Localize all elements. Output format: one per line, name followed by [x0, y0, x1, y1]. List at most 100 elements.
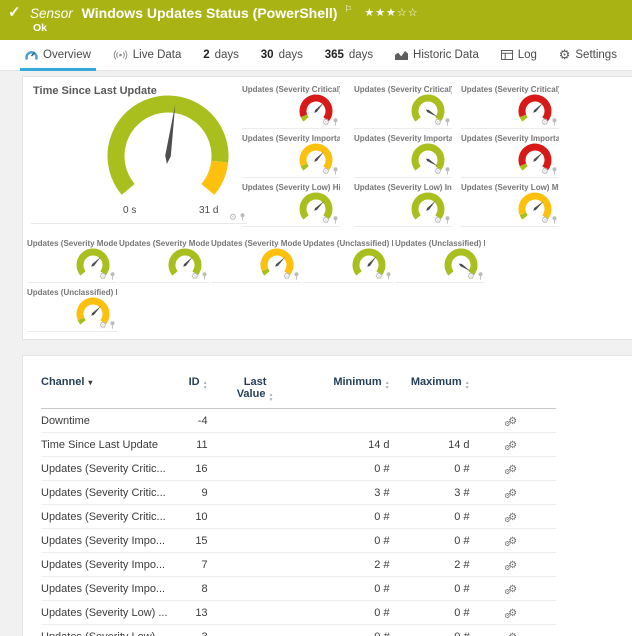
gear-icon[interactable]: ⚙: [434, 118, 442, 126]
channel-minimum: 14 d: [303, 433, 390, 457]
tab-30-days[interactable]: 30 days: [256, 40, 308, 70]
channel-maximum: 0 #: [390, 625, 470, 636]
gear-icon[interactable]: ⚙: [541, 118, 549, 126]
pin-icon[interactable]: [478, 272, 483, 280]
gear-icon[interactable]: ⚙: [322, 216, 330, 224]
mini-gauge-panel[interactable]: Updates (Severity Moderate) I... ⚙: [119, 237, 209, 283]
gear-icon[interactable]: ⚙: [375, 272, 383, 280]
edit-channel-icon[interactable]: ⚙⚙: [508, 441, 517, 451]
pin-icon[interactable]: [445, 216, 450, 224]
pin-icon[interactable]: [110, 321, 115, 329]
gear-icon[interactable]: ⚙: [283, 272, 291, 280]
pin-icon[interactable]: [445, 118, 450, 126]
tab-bar: Overview Live Data 2 days 30 days 365 da…: [0, 40, 632, 71]
pin-icon[interactable]: [294, 272, 299, 280]
channel-id: 10: [168, 505, 208, 529]
channel-name[interactable]: Updates (Severity Impo...: [41, 553, 168, 577]
channel-minimum: 0 #: [303, 577, 390, 601]
tab-365-days[interactable]: 365 days: [320, 40, 378, 70]
column-header-id[interactable]: ID▲▼: [168, 364, 208, 409]
channel-last-value: [208, 481, 303, 505]
gauge-cell-actions: ⚙: [541, 216, 557, 224]
mini-gauge-panel[interactable]: Updates (Severity Important) ... ⚙: [354, 132, 452, 178]
gear-icon[interactable]: ⚙: [322, 118, 330, 126]
mini-gauge-panel[interactable]: Updates (Severity Critical) Mi... ⚙: [461, 83, 559, 129]
column-header-maximum[interactable]: Maximum▲▼: [390, 364, 470, 409]
channel-name[interactable]: Updates (Severity Impo...: [41, 577, 168, 601]
mini-gauge-panel[interactable]: Updates (Unclassified) Hidden ⚙: [303, 237, 393, 283]
mini-gauge-panel[interactable]: Updates (Unclassified) Install... ⚙: [395, 237, 485, 283]
gear-icon[interactable]: ⚙: [467, 272, 475, 280]
mini-gauge-panel[interactable]: Updates (Severity Low) Missi... ⚙: [461, 181, 559, 227]
mini-gauge-panel[interactable]: Updates (Severity Important) ... ⚙: [461, 132, 559, 178]
mini-gauge-panel[interactable]: Updates (Severity Critical) Ins... ⚙: [354, 83, 452, 129]
overview-panel: Time Since Last Update 0 s 31 d ⚙ Update…: [22, 76, 632, 340]
mini-gauge-panel[interactable]: Updates (Severity Critical) Hi... ⚙: [242, 83, 340, 129]
gauge-cell-actions: ⚙: [434, 118, 450, 126]
channel-name[interactable]: Updates (Severity Critic...: [41, 457, 168, 481]
edit-channel-icon[interactable]: ⚙⚙: [508, 585, 517, 595]
channel-minimum: 0 #: [303, 505, 390, 529]
tab-live-data[interactable]: Live Data: [108, 40, 187, 70]
channel-name[interactable]: Updates (Severity Impo...: [41, 529, 168, 553]
pin-icon[interactable]: [552, 167, 557, 175]
pin-icon[interactable]: [333, 167, 338, 175]
edit-channel-icon[interactable]: ⚙⚙: [508, 537, 517, 547]
mini-gauge-panel[interactable]: Updates (Severity Important) ... ⚙: [242, 132, 340, 178]
pin-icon[interactable]: [386, 272, 391, 280]
sort-icon: ▲▼: [465, 381, 470, 390]
gear-icon[interactable]: ⚙: [541, 216, 549, 224]
channels-table-panel: Channel▾ ID▲▼ Last Value▲▼ Minimum▲▼ Max…: [22, 355, 632, 636]
gear-icon[interactable]: ⚙: [434, 167, 442, 175]
channel-maximum: 3 #: [390, 481, 470, 505]
channel-name[interactable]: Updates (Severity Critic...: [41, 481, 168, 505]
mini-gauge-panel[interactable]: Updates (Severity Moderate) ... ⚙: [211, 237, 301, 283]
pin-icon[interactable]: [552, 216, 557, 224]
channel-name[interactable]: Updates (Severity Low) ...: [41, 625, 168, 636]
channel-last-value: [208, 409, 303, 433]
pin-icon[interactable]: [202, 272, 207, 280]
edit-channel-icon[interactable]: ⚙⚙: [508, 513, 517, 523]
channel-name[interactable]: Downtime: [41, 409, 168, 433]
tab-log[interactable]: Log: [496, 40, 542, 70]
gauge-cell-actions: ⚙: [375, 272, 391, 280]
priority-stars[interactable]: ★★★☆☆: [364, 7, 418, 19]
pin-icon[interactable]: [333, 118, 338, 126]
column-header-last-value[interactable]: Last Value▲▼: [208, 364, 303, 409]
edit-channel-icon[interactable]: ⚙⚙: [508, 417, 517, 427]
pin-icon[interactable]: [552, 118, 557, 126]
priority-flag-icon[interactable]: ⚐: [344, 4, 352, 14]
channel-minimum: 0 #: [303, 601, 390, 625]
pin-icon[interactable]: [333, 216, 338, 224]
mini-gauge-panel[interactable]: Updates (Severity Low) Install... ⚙: [354, 181, 452, 227]
pin-icon[interactable]: [445, 167, 450, 175]
column-header-channel[interactable]: Channel▾: [41, 364, 168, 409]
channel-maximum: 0 #: [390, 577, 470, 601]
channel-name[interactable]: Time Since Last Update: [41, 433, 168, 457]
channel-name[interactable]: Updates (Severity Critic...: [41, 505, 168, 529]
tab-settings[interactable]: ⚙ Settings: [554, 40, 622, 70]
column-header-minimum[interactable]: Minimum▲▼: [303, 364, 390, 409]
tab-historic-data[interactable]: Historic Data: [390, 40, 484, 70]
channel-row: Updates (Severity Impo... 7 2 # 2 # ⚙⚙: [41, 553, 556, 577]
gear-icon[interactable]: ⚙: [191, 272, 199, 280]
gear-icon[interactable]: ⚙: [229, 213, 237, 221]
edit-channel-icon[interactable]: ⚙⚙: [508, 465, 517, 475]
gear-icon[interactable]: ⚙: [541, 167, 549, 175]
tab-2-days[interactable]: 2 days: [198, 40, 244, 70]
edit-channel-icon[interactable]: ⚙⚙: [508, 561, 517, 571]
tab-overview[interactable]: Overview: [20, 40, 96, 70]
gear-icon[interactable]: ⚙: [99, 321, 107, 329]
edit-channel-icon[interactable]: ⚙⚙: [508, 489, 517, 499]
edit-channel-icon[interactable]: ⚙⚙: [508, 609, 517, 619]
gear-icon[interactable]: ⚙: [99, 272, 107, 280]
sort-icon: ▲▼: [203, 381, 208, 390]
mini-gauge-panel[interactable]: Updates (Unclassified) Missing ⚙: [27, 286, 117, 332]
mini-gauge-panel[interactable]: Updates (Severity Moderate) ... ⚙: [27, 237, 117, 283]
pin-icon[interactable]: [110, 272, 115, 280]
edit-channel-icon[interactable]: ⚙⚙: [508, 633, 517, 636]
gear-icon[interactable]: ⚙: [322, 167, 330, 175]
mini-gauge-panel[interactable]: Updates (Severity Low) Hidden ⚙: [242, 181, 340, 227]
gear-icon[interactable]: ⚙: [434, 216, 442, 224]
channel-name[interactable]: Updates (Severity Low) ...: [41, 601, 168, 625]
